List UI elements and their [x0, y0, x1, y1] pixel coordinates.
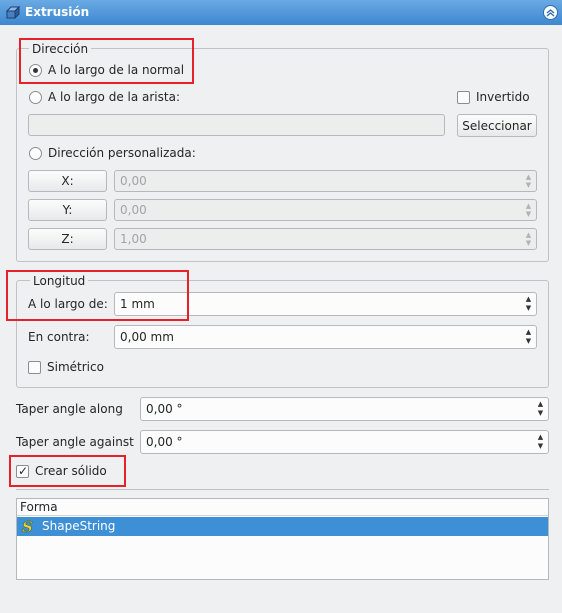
axis-y-button[interactable]: Y:	[28, 199, 107, 221]
taper-along-field[interactable]: 0,00 ° ▲ ▼	[140, 397, 549, 421]
shape-list-header[interactable]: Forma	[17, 499, 548, 516]
axis-x-field[interactable]: 0,00 ▲ ▼	[114, 170, 537, 192]
axis-z-button[interactable]: Z:	[28, 228, 107, 250]
taper-along-spinner[interactable]: ▲ ▼	[535, 400, 546, 418]
axis-x-spinner[interactable]: ▲ ▼	[523, 173, 534, 189]
axis-z-spinner[interactable]: ▲ ▼	[523, 231, 534, 247]
radio-custom-direction[interactable]	[29, 147, 42, 160]
taper-against-field[interactable]: 0,00 ° ▲ ▼	[140, 430, 549, 454]
list-item[interactable]: S ShapeString	[17, 517, 548, 536]
svg-text:S: S	[22, 519, 33, 534]
select-button[interactable]: Seleccionar	[457, 114, 537, 137]
taper-along-value: 0,00 °	[146, 402, 183, 416]
highlight-direction	[19, 38, 194, 84]
edge-field[interactable]	[28, 114, 445, 136]
radio-along-edge[interactable]	[29, 91, 42, 104]
panel-title: Extrusión	[25, 5, 90, 19]
length-against-value: 0,00 mm	[120, 330, 174, 344]
extrude-icon	[6, 5, 20, 19]
length-against-field[interactable]: 0,00 mm ▲ ▼	[114, 325, 537, 349]
panel-title-bar: Extrusión	[0, 0, 562, 25]
chevron-up-icon	[546, 9, 555, 17]
taper-against-spinner[interactable]: ▲ ▼	[535, 433, 546, 451]
list-item-label: ShapeString	[42, 519, 116, 533]
shapestring-icon: S	[22, 519, 34, 534]
axis-z-value: 1,00	[120, 232, 147, 246]
length-along-spinner[interactable]: ▲ ▼	[523, 295, 534, 313]
select-button-label: Seleccionar	[462, 118, 532, 133]
axis-x-label: X:	[61, 174, 74, 188]
inverted-checkbox[interactable]	[457, 91, 470, 104]
taper-against-label: Taper angle against	[16, 435, 134, 449]
axis-y-value: 0,00	[120, 203, 147, 217]
taper-against-value: 0,00 °	[146, 435, 183, 449]
symmetric-label: Simétrico	[47, 360, 104, 374]
shape-list[interactable]: Forma S ShapeString	[16, 498, 549, 580]
radio-along-edge-label: A lo largo de la arista:	[48, 90, 180, 104]
axis-z-field[interactable]: 1,00 ▲ ▼	[114, 228, 537, 250]
axis-z-label: Z:	[61, 232, 74, 246]
axis-x-value: 0,00	[120, 174, 147, 188]
length-against-spinner[interactable]: ▲ ▼	[523, 328, 534, 346]
axis-y-field[interactable]: 0,00 ▲ ▼	[114, 199, 537, 221]
shape-list-header-label: Forma	[20, 500, 58, 514]
taper-along-label: Taper angle along	[16, 402, 123, 416]
separator	[16, 489, 549, 490]
highlight-create-solid	[9, 455, 126, 487]
axis-y-spinner[interactable]: ▲ ▼	[523, 202, 534, 218]
axis-x-button[interactable]: X:	[28, 170, 107, 192]
symmetric-checkbox[interactable]	[28, 361, 41, 374]
collapse-button[interactable]	[543, 5, 558, 20]
highlight-length	[6, 270, 189, 321]
length-against-label: En contra:	[28, 330, 90, 344]
radio-custom-direction-label: Dirección personalizada:	[48, 146, 196, 160]
inverted-label: Invertido	[476, 90, 530, 104]
axis-y-label: Y:	[62, 203, 73, 217]
